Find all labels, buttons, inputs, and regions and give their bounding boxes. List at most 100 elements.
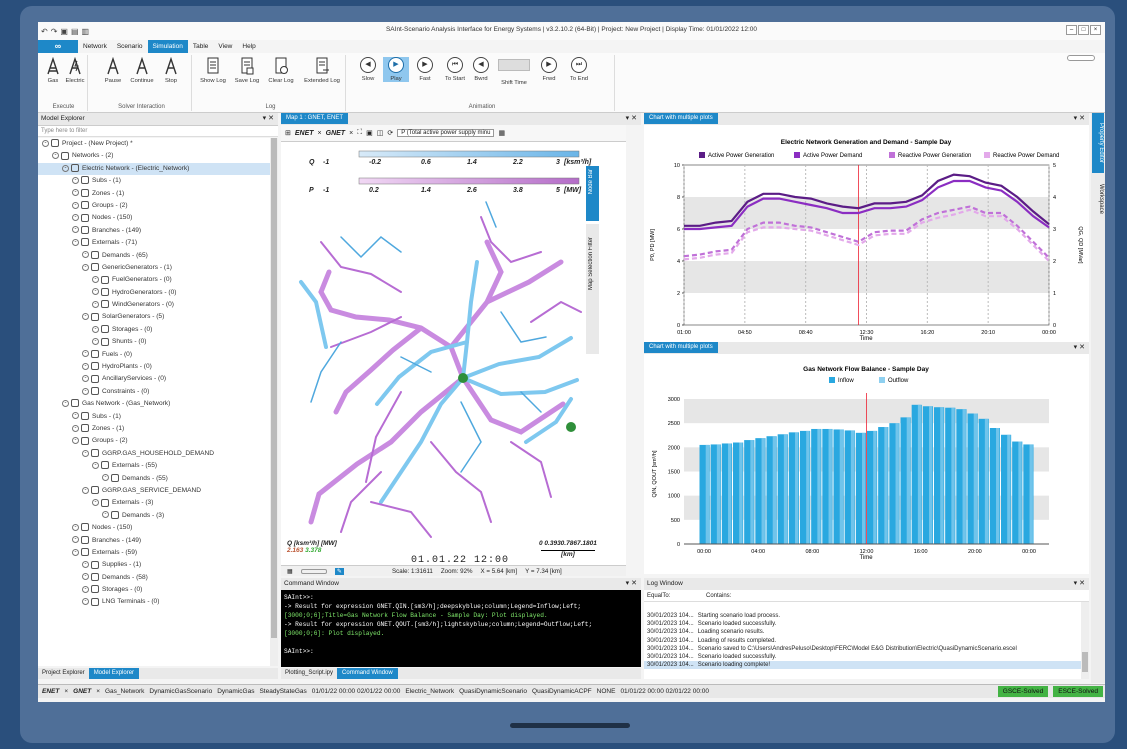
menu-scenario[interactable]: Scenario bbox=[112, 40, 148, 53]
expand-icon[interactable]: - bbox=[82, 251, 89, 259]
layer-icon[interactable]: ◫ bbox=[377, 129, 384, 137]
expand-icon[interactable]: - bbox=[72, 424, 79, 432]
status-elec-scenario[interactable]: QuasiDynamicScenario bbox=[459, 688, 527, 695]
log-row[interactable]: 30/01/2023 104... Scenario loaded success… bbox=[644, 620, 1089, 628]
model-filter-input[interactable]: Type here to filter bbox=[38, 126, 278, 137]
grid-icon[interactable]: ▦ bbox=[287, 568, 293, 575]
expand-icon[interactable]: - bbox=[92, 300, 99, 308]
log-row[interactable]: 30/01/2023 104... Loading of results comp… bbox=[644, 637, 1089, 645]
tree-node[interactable]: - Externals - (3) bbox=[38, 497, 278, 509]
status-gas-network[interactable]: Gas_Network bbox=[105, 688, 144, 695]
tree-node[interactable]: - Shunts - (0) bbox=[38, 336, 278, 348]
log-row[interactable]: 30/01/2023 104... Scenario loading comple… bbox=[644, 661, 1089, 670]
tree-scrollbar[interactable] bbox=[270, 138, 278, 666]
map-pin-icon[interactable]: ▾ ✕ bbox=[626, 114, 637, 122]
expand-icon[interactable]: - bbox=[82, 561, 89, 569]
expand-icon[interactable]: - bbox=[82, 585, 89, 593]
tree-node[interactable]: - Nodes - (150) bbox=[38, 212, 278, 224]
log-row[interactable]: 30/01/2023 104... Loading scenario result… bbox=[644, 628, 1089, 636]
map-gnet-tab[interactable]: GNET bbox=[326, 130, 345, 137]
log-contains-filter[interactable]: Contains: bbox=[706, 592, 731, 600]
tree-node[interactable]: - Nodes - (150) bbox=[38, 522, 278, 534]
expand-icon[interactable]: - bbox=[62, 399, 69, 407]
tree-node[interactable]: - Externals - (59) bbox=[38, 547, 278, 559]
status-gas-scenario[interactable]: DynamicGasScenario bbox=[149, 688, 212, 695]
play-button[interactable]: ▶ Play bbox=[383, 57, 409, 82]
menu-table[interactable]: Table bbox=[188, 40, 214, 53]
tree-node[interactable]: - Storages - (0) bbox=[38, 324, 278, 336]
tree-node[interactable]: - Zones - (1) bbox=[38, 423, 278, 435]
tree-node[interactable]: - LNG Terminals - (0) bbox=[38, 596, 278, 608]
extended-log-button[interactable]: Extended Log bbox=[302, 57, 342, 84]
chart-icon[interactable]: ▦ bbox=[498, 129, 505, 137]
expand-icon[interactable]: - bbox=[72, 176, 79, 184]
tree-node[interactable]: - Externals - (55) bbox=[38, 460, 278, 472]
expand-icon[interactable]: - bbox=[92, 461, 99, 469]
expand-icon[interactable]: - bbox=[82, 362, 89, 370]
status-enet[interactable]: ENET bbox=[42, 688, 59, 695]
cmd-pin-icon[interactable]: ▾ ✕ bbox=[626, 578, 637, 590]
expand-icon[interactable]: - bbox=[82, 449, 89, 457]
log-pin-icon[interactable]: ▾ ✕ bbox=[1074, 578, 1085, 590]
tree-node[interactable]: - Externals - (71) bbox=[38, 237, 278, 249]
theme-toggle[interactable] bbox=[1067, 55, 1095, 61]
expand-icon[interactable]: - bbox=[92, 325, 99, 333]
edit-icon[interactable]: ✎ bbox=[334, 567, 345, 575]
map-property-dropdown[interactable]: P (Total active power supply minu bbox=[397, 129, 495, 137]
expand-icon[interactable]: - bbox=[82, 313, 89, 321]
tree-node[interactable]: - Branches - (149) bbox=[38, 535, 278, 547]
tree-node[interactable]: - Branches - (149) bbox=[38, 225, 278, 237]
tree-node[interactable]: - SolarGenerators - (5) bbox=[38, 311, 278, 323]
map-canvas[interactable]: Q -1 -0.2 0.6 1.4 2.2 3 [ksm³/h] P -1 0.… bbox=[281, 142, 626, 565]
save-log-button[interactable]: Save Log bbox=[232, 57, 262, 84]
expand-icon[interactable]: - bbox=[82, 350, 89, 358]
property-editor-tab[interactable]: Property Editor bbox=[1092, 113, 1104, 173]
expand-icon[interactable]: - bbox=[72, 412, 79, 420]
tree-node[interactable]: - Project - (New Project) * bbox=[38, 138, 278, 150]
tree-node[interactable]: - Groups - (2) bbox=[38, 435, 278, 447]
expand-icon[interactable]: - bbox=[92, 276, 99, 284]
log-row[interactable]: 30/01/2023 104... Starting scenario load … bbox=[644, 612, 1089, 620]
command-window-output[interactable]: SAInt>>: -> Result for expression GNET.Q… bbox=[281, 590, 641, 667]
tree-node[interactable]: - Networks - (2) bbox=[38, 150, 278, 162]
expand-icon[interactable]: - bbox=[72, 523, 79, 531]
tree-node[interactable]: - HydroPlants - (0) bbox=[38, 361, 278, 373]
tree-node[interactable]: - Groups - (2) bbox=[38, 200, 278, 212]
expand-icon[interactable]: - bbox=[82, 573, 89, 581]
opacity-slider[interactable] bbox=[300, 568, 327, 574]
tree-node[interactable]: - GGRP.GAS_SERVICE_DEMAND bbox=[38, 485, 278, 497]
chart1-tab[interactable]: Chart with multiple plots bbox=[644, 113, 718, 124]
map-enet-tab[interactable]: ENET bbox=[295, 130, 314, 137]
tab-model-explorer[interactable]: Model Explorer bbox=[88, 668, 140, 679]
menu-view[interactable]: View bbox=[213, 40, 237, 53]
tree-node[interactable]: - AncillaryServices - (0) bbox=[38, 373, 278, 385]
menu-simulation[interactable]: Simulation bbox=[147, 40, 188, 53]
map-select-icon[interactable]: ⊞ bbox=[285, 129, 291, 137]
tab-command-window[interactable]: Command Window bbox=[337, 668, 398, 679]
execute-electric-button[interactable]: Electric bbox=[62, 57, 88, 84]
log-row[interactable]: 30/01/2023 104... Scenario saved to C:\Us… bbox=[644, 645, 1089, 653]
tree-node[interactable]: - Subs - (1) bbox=[38, 411, 278, 423]
tree-node[interactable]: - Subs - (1) bbox=[38, 175, 278, 187]
tab-plotting-script[interactable]: Plotting_Script.ipy bbox=[281, 668, 337, 679]
expand-icon[interactable]: - bbox=[82, 486, 89, 494]
app-logo[interactable]: ∞ bbox=[38, 40, 78, 53]
to-end-button[interactable]: ⏭ To End bbox=[566, 57, 592, 82]
tree-node[interactable]: - Zones - (1) bbox=[38, 188, 278, 200]
zoom-fit-icon[interactable]: ⛶ bbox=[357, 129, 362, 137]
expand-icon[interactable]: - bbox=[82, 375, 89, 383]
menu-help[interactable]: Help bbox=[237, 40, 260, 53]
status-elec-network[interactable]: Electric_Network bbox=[405, 688, 454, 695]
show-log-button[interactable]: Show Log bbox=[198, 57, 228, 84]
tree-node[interactable]: - WindGenerators - (0) bbox=[38, 299, 278, 311]
tree-node[interactable]: - Gas Network - (Gas_Network) bbox=[38, 398, 278, 410]
continue-button[interactable]: Continue bbox=[129, 57, 155, 84]
chart2-tab[interactable]: Chart with multiple plots bbox=[644, 342, 718, 353]
tree-node[interactable]: - Electric Network - (Electric_Network) bbox=[38, 162, 278, 176]
tab-project-explorer[interactable]: Project Explorer bbox=[38, 668, 89, 679]
expand-icon[interactable]: - bbox=[72, 189, 79, 197]
tree-node[interactable]: - HydroGenerators - (0) bbox=[38, 287, 278, 299]
pin-icon[interactable]: ▾ ✕ bbox=[263, 114, 274, 122]
expand-icon[interactable]: - bbox=[72, 536, 79, 544]
expand-icon[interactable]: - bbox=[72, 437, 79, 445]
